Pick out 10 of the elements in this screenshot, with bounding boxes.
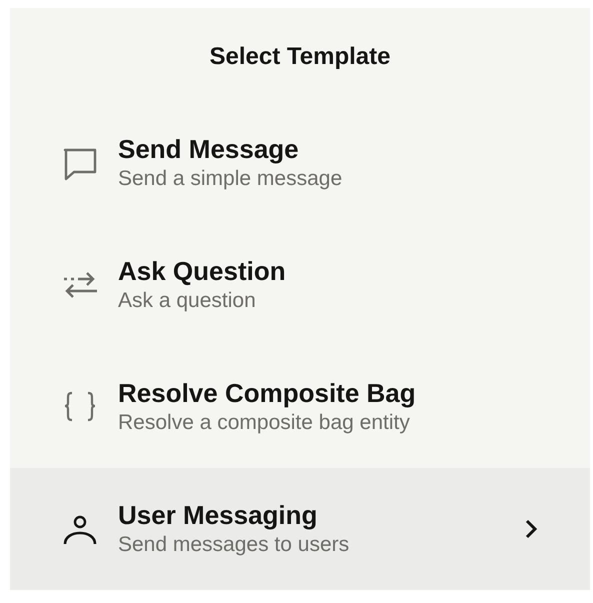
item-title: User Messaging xyxy=(118,499,318,531)
item-title: Send Message xyxy=(118,133,300,165)
item-title: Resolve Composite Bag xyxy=(118,377,417,409)
item-description: Resolve a composite bag entity xyxy=(118,410,411,436)
panel-title: Select Template xyxy=(210,42,390,72)
item-description: Ask a question xyxy=(118,288,257,314)
item-description: Send messages to users xyxy=(118,532,350,558)
template-item[interactable]: User Messaging Send messages to users xyxy=(10,468,590,590)
item-title: Ask Question xyxy=(118,255,287,287)
item-description: Send a simple message xyxy=(118,166,344,192)
